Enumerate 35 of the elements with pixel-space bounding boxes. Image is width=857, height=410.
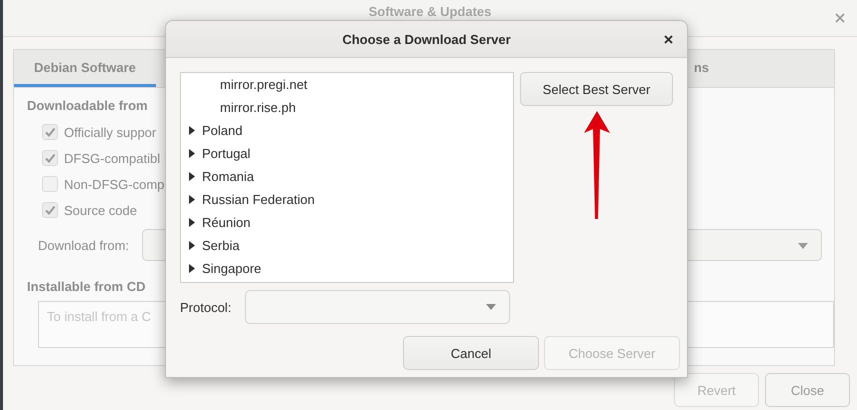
list-item[interactable]: mirror.rise.ph [181, 96, 513, 119]
list-item[interactable]: Portugal [181, 142, 513, 165]
list-item[interactable]: Serbia [181, 234, 513, 257]
checkbox[interactable] [42, 150, 58, 166]
dialog-title: Choose a Download Server [342, 32, 511, 46]
checkbox-label: Source code [64, 202, 137, 218]
expander-icon[interactable] [189, 264, 195, 273]
list-item[interactable]: mirror.pregi.net [181, 73, 513, 96]
list-item[interactable]: Poland [181, 119, 513, 142]
caret-icon [798, 243, 808, 249]
checkbox[interactable] [42, 176, 58, 192]
caret-icon [486, 304, 496, 310]
expander-icon[interactable] [189, 241, 195, 250]
expander-icon[interactable] [189, 149, 195, 158]
expander-icon[interactable] [189, 195, 195, 204]
checkbox-label: Officially suppor [64, 124, 156, 140]
checkbox[interactable] [42, 124, 58, 140]
select-best-server-button[interactable]: Select Best Server [520, 72, 673, 106]
checkbox-label: DFSG-compatibl [64, 150, 160, 166]
checkbox-label: Non-DFSG-comp [64, 176, 164, 192]
section-heading: Downloadable from [27, 98, 148, 113]
list-item[interactable]: Réunion [181, 211, 513, 234]
expander-icon[interactable] [189, 218, 195, 227]
list-item[interactable]: Russian Federation [181, 188, 513, 211]
dialog-button[interactable]: Cancel [403, 336, 539, 370]
window-title: Software & Updates [368, 4, 492, 19]
close-icon[interactable] [664, 35, 673, 44]
list-item[interactable]: Romania [181, 165, 513, 188]
expander-icon[interactable] [189, 126, 195, 135]
list-item[interactable]: Singapore [181, 257, 513, 280]
field-label: Download from: [38, 238, 130, 252]
checkbox[interactable] [42, 202, 58, 218]
expander-icon[interactable] [189, 172, 195, 181]
section-heading: Installable from CD [27, 279, 146, 294]
field-label: Protocol: [180, 300, 232, 314]
